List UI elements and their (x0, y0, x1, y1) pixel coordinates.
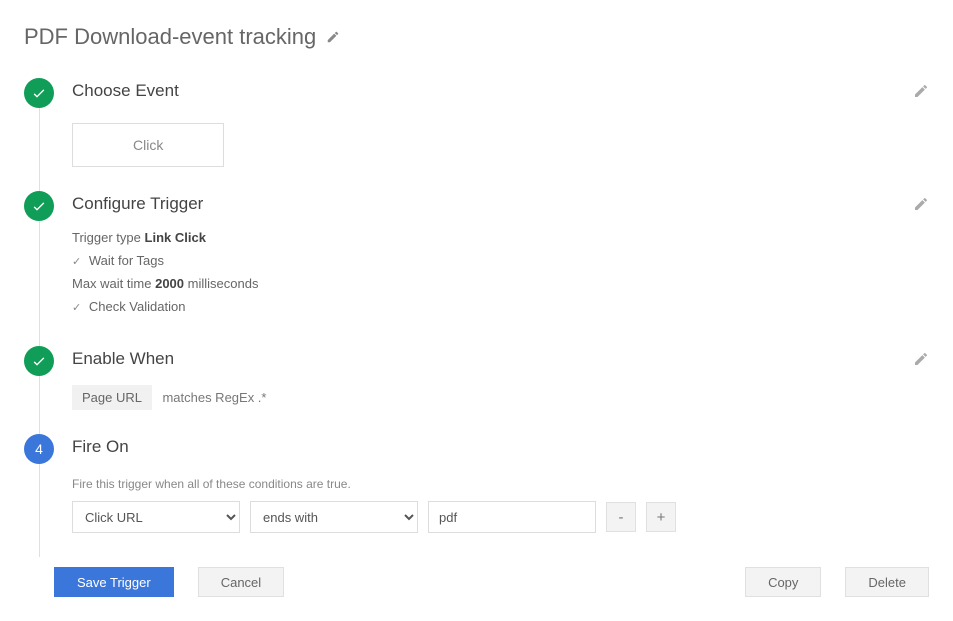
step-badge-done-icon (24, 346, 54, 376)
wait-for-tags-line: ✓ Wait for Tags (72, 253, 929, 268)
trigger-type-line: Trigger type Link Click (72, 230, 929, 245)
edit-enable-when-icon[interactable] (913, 351, 929, 367)
save-trigger-button[interactable]: Save Trigger (54, 567, 174, 597)
check-icon (31, 198, 47, 214)
max-wait-value: 2000 (155, 276, 184, 291)
step-number: 4 (35, 441, 43, 457)
edit-configure-trigger-icon[interactable] (913, 196, 929, 212)
enable-when-chip: Page URL (72, 385, 152, 410)
condition-variable-select[interactable]: Click URL (72, 501, 240, 533)
steps-container: Choose Event Click Configure Trigger Tri… (24, 78, 929, 557)
mini-check-icon: ✓ (72, 256, 81, 268)
trigger-type-label: Trigger type (72, 230, 141, 245)
footer: Save Trigger Cancel Copy Delete (24, 567, 929, 597)
check-validation-label: Check Validation (89, 299, 186, 314)
remove-condition-button[interactable]: - (606, 502, 636, 532)
delete-button[interactable]: Delete (845, 567, 929, 597)
page-title: PDF Download-event tracking (24, 24, 316, 50)
title-row: PDF Download-event tracking (24, 24, 929, 50)
step-badge-done-icon (24, 78, 54, 108)
wait-for-tags-label: Wait for Tags (89, 253, 164, 268)
step-choose-event: Choose Event Click (24, 78, 929, 191)
step-fire-on: 4 Fire On Fire this trigger when all of … (24, 434, 929, 557)
condition-row: Click URL ends with - + (72, 501, 929, 533)
check-icon (31, 353, 47, 369)
edit-choose-event-icon[interactable] (913, 83, 929, 99)
mini-check-icon: ✓ (72, 302, 81, 314)
step-title-configure-trigger: Configure Trigger (72, 194, 203, 214)
step-title-choose-event: Choose Event (72, 81, 179, 101)
max-wait-suffix: milliseconds (188, 276, 259, 291)
step-enable-when: Enable When Page URL matches RegEx .* (24, 346, 929, 434)
cancel-button[interactable]: Cancel (198, 567, 284, 597)
step-configure-trigger: Configure Trigger Trigger type Link Clic… (24, 191, 929, 346)
step-title-fire-on: Fire On (72, 437, 129, 457)
step-badge-current: 4 (24, 434, 54, 464)
enable-when-text: matches RegEx .* (162, 390, 266, 405)
trigger-type-value: Link Click (145, 230, 206, 245)
step-badge-done-icon (24, 191, 54, 221)
condition-operator-select[interactable]: ends with (250, 501, 418, 533)
check-validation-line: ✓ Check Validation (72, 299, 929, 314)
condition-value-input[interactable] (428, 501, 596, 533)
fire-on-hint: Fire this trigger when all of these cond… (72, 477, 929, 491)
add-condition-button[interactable]: + (646, 502, 676, 532)
event-type-button[interactable]: Click (72, 123, 224, 167)
max-wait-prefix: Max wait time (72, 276, 151, 291)
check-icon (31, 85, 47, 101)
step-title-enable-when: Enable When (72, 349, 174, 369)
edit-title-icon[interactable] (326, 30, 340, 44)
copy-button[interactable]: Copy (745, 567, 821, 597)
max-wait-line: Max wait time 2000 milliseconds (72, 276, 929, 291)
